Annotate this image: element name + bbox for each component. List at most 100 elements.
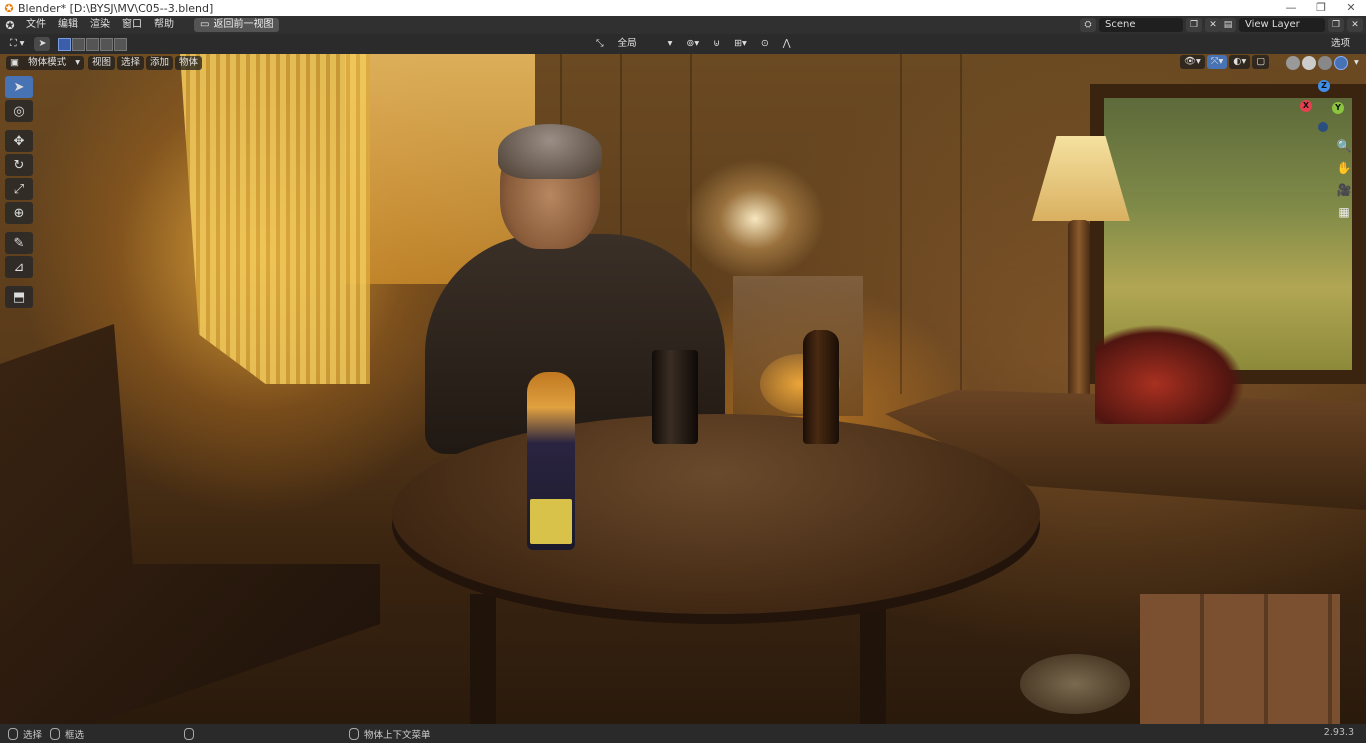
navigation-gizmo[interactable]: Z X Y: [1296, 80, 1352, 136]
wireframe-shading-icon[interactable]: [1286, 56, 1300, 70]
z-axis-icon[interactable]: Z: [1318, 80, 1330, 92]
view-layer-field[interactable]: View Layer: [1239, 18, 1325, 32]
screen-icon: ▭: [200, 19, 210, 30]
camera-view-icon[interactable]: 🎥: [1334, 180, 1354, 200]
blender-menu-icon[interactable]: ✪: [0, 16, 20, 34]
xray-icon[interactable]: ▢: [1252, 55, 1270, 69]
y-axis-icon[interactable]: Y: [1332, 102, 1344, 114]
viewport-header-2: ▣ 物体模式 ▾ 视图 选择 添加 物体: [0, 54, 1366, 72]
scale-icon[interactable]: ⤢: [5, 178, 33, 200]
mode-dropdown[interactable]: ▣ 物体模式 ▾: [6, 56, 84, 70]
transform-orientation-icon[interactable]: ⤡: [592, 37, 608, 51]
menu-render[interactable]: 渲染: [84, 16, 116, 34]
menu-edit[interactable]: 编辑: [52, 16, 84, 34]
window-title: Blender* [D:\BYSJ\MV\C05--3.blend]: [18, 1, 214, 15]
menu-help[interactable]: 帮助: [148, 16, 180, 34]
chevron-down-icon[interactable]: ▾: [1350, 56, 1363, 70]
new-view-layer-icon[interactable]: ❐: [1328, 18, 1344, 32]
falloff-icon[interactable]: ⋀: [779, 37, 795, 51]
solid-shading-icon[interactable]: [1302, 56, 1316, 70]
material-shading-icon[interactable]: [1318, 56, 1332, 70]
close-button[interactable]: ✕: [1336, 0, 1366, 16]
title-bar: ✪ Blender* [D:\BYSJ\MV\C05--3.blend] — ❐…: [0, 0, 1366, 16]
basket-render: [1020, 654, 1130, 714]
view-layer-selector: ▤ View Layer ❐ ✕: [1220, 17, 1363, 33]
object-mode-icon: ▣: [10, 57, 19, 68]
shading-mode-group: ▾: [1286, 56, 1363, 70]
maximize-button[interactable]: ❐: [1306, 0, 1336, 16]
annotate-icon[interactable]: ✎: [5, 232, 33, 254]
curtain-render: [180, 54, 370, 384]
wall-plank: [960, 54, 962, 394]
transform-icon[interactable]: ⊕: [5, 202, 33, 224]
new-scene-icon[interactable]: ❐: [1186, 18, 1202, 32]
scene-icon[interactable]: ⛭: [1080, 18, 1096, 32]
status-box-select: 框选: [65, 729, 85, 741]
snap-icon[interactable]: ⊍: [709, 37, 724, 51]
mouse-scroll-icon: [184, 727, 195, 740]
table-leg-render: [470, 594, 496, 724]
lamp-post-render: [1068, 220, 1090, 410]
rendered-shading-icon[interactable]: [1334, 56, 1348, 70]
remove-scene-icon[interactable]: ✕: [1205, 18, 1221, 32]
menu-window[interactable]: 窗口: [116, 16, 148, 34]
select-intersect-icon[interactable]: [114, 37, 128, 51]
options-button[interactable]: 选项: [1327, 37, 1354, 51]
visibility-icon[interactable]: 👁▾: [1180, 55, 1205, 69]
mouse-middle-icon: [50, 727, 61, 740]
mode-label: 物体模式: [28, 57, 67, 68]
wall-plank: [900, 54, 902, 394]
cursor-icon[interactable]: ◎: [5, 100, 33, 122]
man-hair-render: [498, 124, 602, 179]
status-select: 选择: [23, 729, 43, 741]
scene-selector: ⛭ Scene ❐ ✕: [1080, 17, 1221, 33]
chevron-down-icon: ▾: [75, 57, 80, 68]
menu-view[interactable]: 视图: [88, 56, 116, 70]
sauce-label-render: [530, 499, 572, 544]
3d-viewport[interactable]: [0, 54, 1366, 724]
move-icon[interactable]: ✥: [5, 130, 33, 152]
gizmo-toggle-icon[interactable]: ⤧▾: [1206, 55, 1228, 69]
select-box-icon[interactable]: ➤: [5, 76, 33, 98]
table-render: [392, 414, 1040, 614]
viewport-overlay-group: 👁▾ ⤧▾ ◐▾ ▢: [1180, 55, 1270, 69]
overlay-toggle-icon[interactable]: ◐▾: [1229, 55, 1251, 69]
pan-hand-icon[interactable]: ✋: [1334, 158, 1354, 178]
x-axis-icon[interactable]: X: [1300, 100, 1312, 112]
remove-view-layer-icon[interactable]: ✕: [1347, 18, 1363, 32]
zoom-icon[interactable]: 🔍: [1334, 136, 1354, 156]
bottle-render: [803, 330, 839, 444]
snap-target-icon[interactable]: ⊞▾: [730, 37, 751, 51]
selection-mode-group: [58, 37, 128, 51]
transform-orientation-dropdown[interactable]: 全局: [614, 37, 658, 51]
table-leg-render: [860, 594, 886, 724]
pivot-point-icon[interactable]: ⊚▾: [682, 37, 703, 51]
measure-icon[interactable]: ⊿: [5, 256, 33, 278]
select-subtract-icon[interactable]: [86, 37, 100, 51]
rotate-icon[interactable]: ↻: [5, 154, 33, 176]
menu-file[interactable]: 文件: [20, 16, 52, 34]
view-layer-icon[interactable]: ▤: [1220, 18, 1236, 32]
editor-type-button[interactable]: ⛶ ▾: [6, 37, 28, 51]
proportional-edit-icon[interactable]: ⊙: [757, 37, 773, 51]
back-to-previous-label: 返回前一视图: [213, 19, 274, 30]
scene-field[interactable]: Scene: [1099, 18, 1183, 32]
neg-z-axis-icon[interactable]: [1318, 122, 1328, 132]
perspective-grid-icon[interactable]: ▦: [1334, 202, 1354, 222]
viewport-header: ⛶ ▾ ➤ ⤡ 全局 ▾ ⊚▾ ⊍ ⊞▾ ⊙ ⋀ 选项: [0, 34, 1366, 54]
select-invert-icon[interactable]: [100, 37, 114, 51]
minimize-button[interactable]: —: [1276, 0, 1306, 16]
select-extend-icon[interactable]: [72, 37, 86, 51]
select-new-icon[interactable]: [58, 37, 72, 51]
back-to-previous-button[interactable]: ▭ 返回前一视图: [194, 18, 280, 32]
blender-logo-icon: ✪: [4, 1, 14, 15]
chair-render: [0, 324, 380, 724]
add-cube-icon[interactable]: ⬒: [5, 286, 33, 308]
mouse-left-icon: [8, 727, 18, 740]
menu-add[interactable]: 添加: [146, 56, 174, 70]
tool-shelf: ➤ ◎ ✥ ↻ ⤢ ⊕ ✎ ⊿ ⬒: [5, 76, 35, 308]
tweak-tool-button[interactable]: ➤: [34, 37, 51, 51]
menu-object[interactable]: 物体: [175, 56, 203, 70]
motorcycle-render: [1095, 324, 1245, 424]
menu-select[interactable]: 选择: [117, 56, 145, 70]
